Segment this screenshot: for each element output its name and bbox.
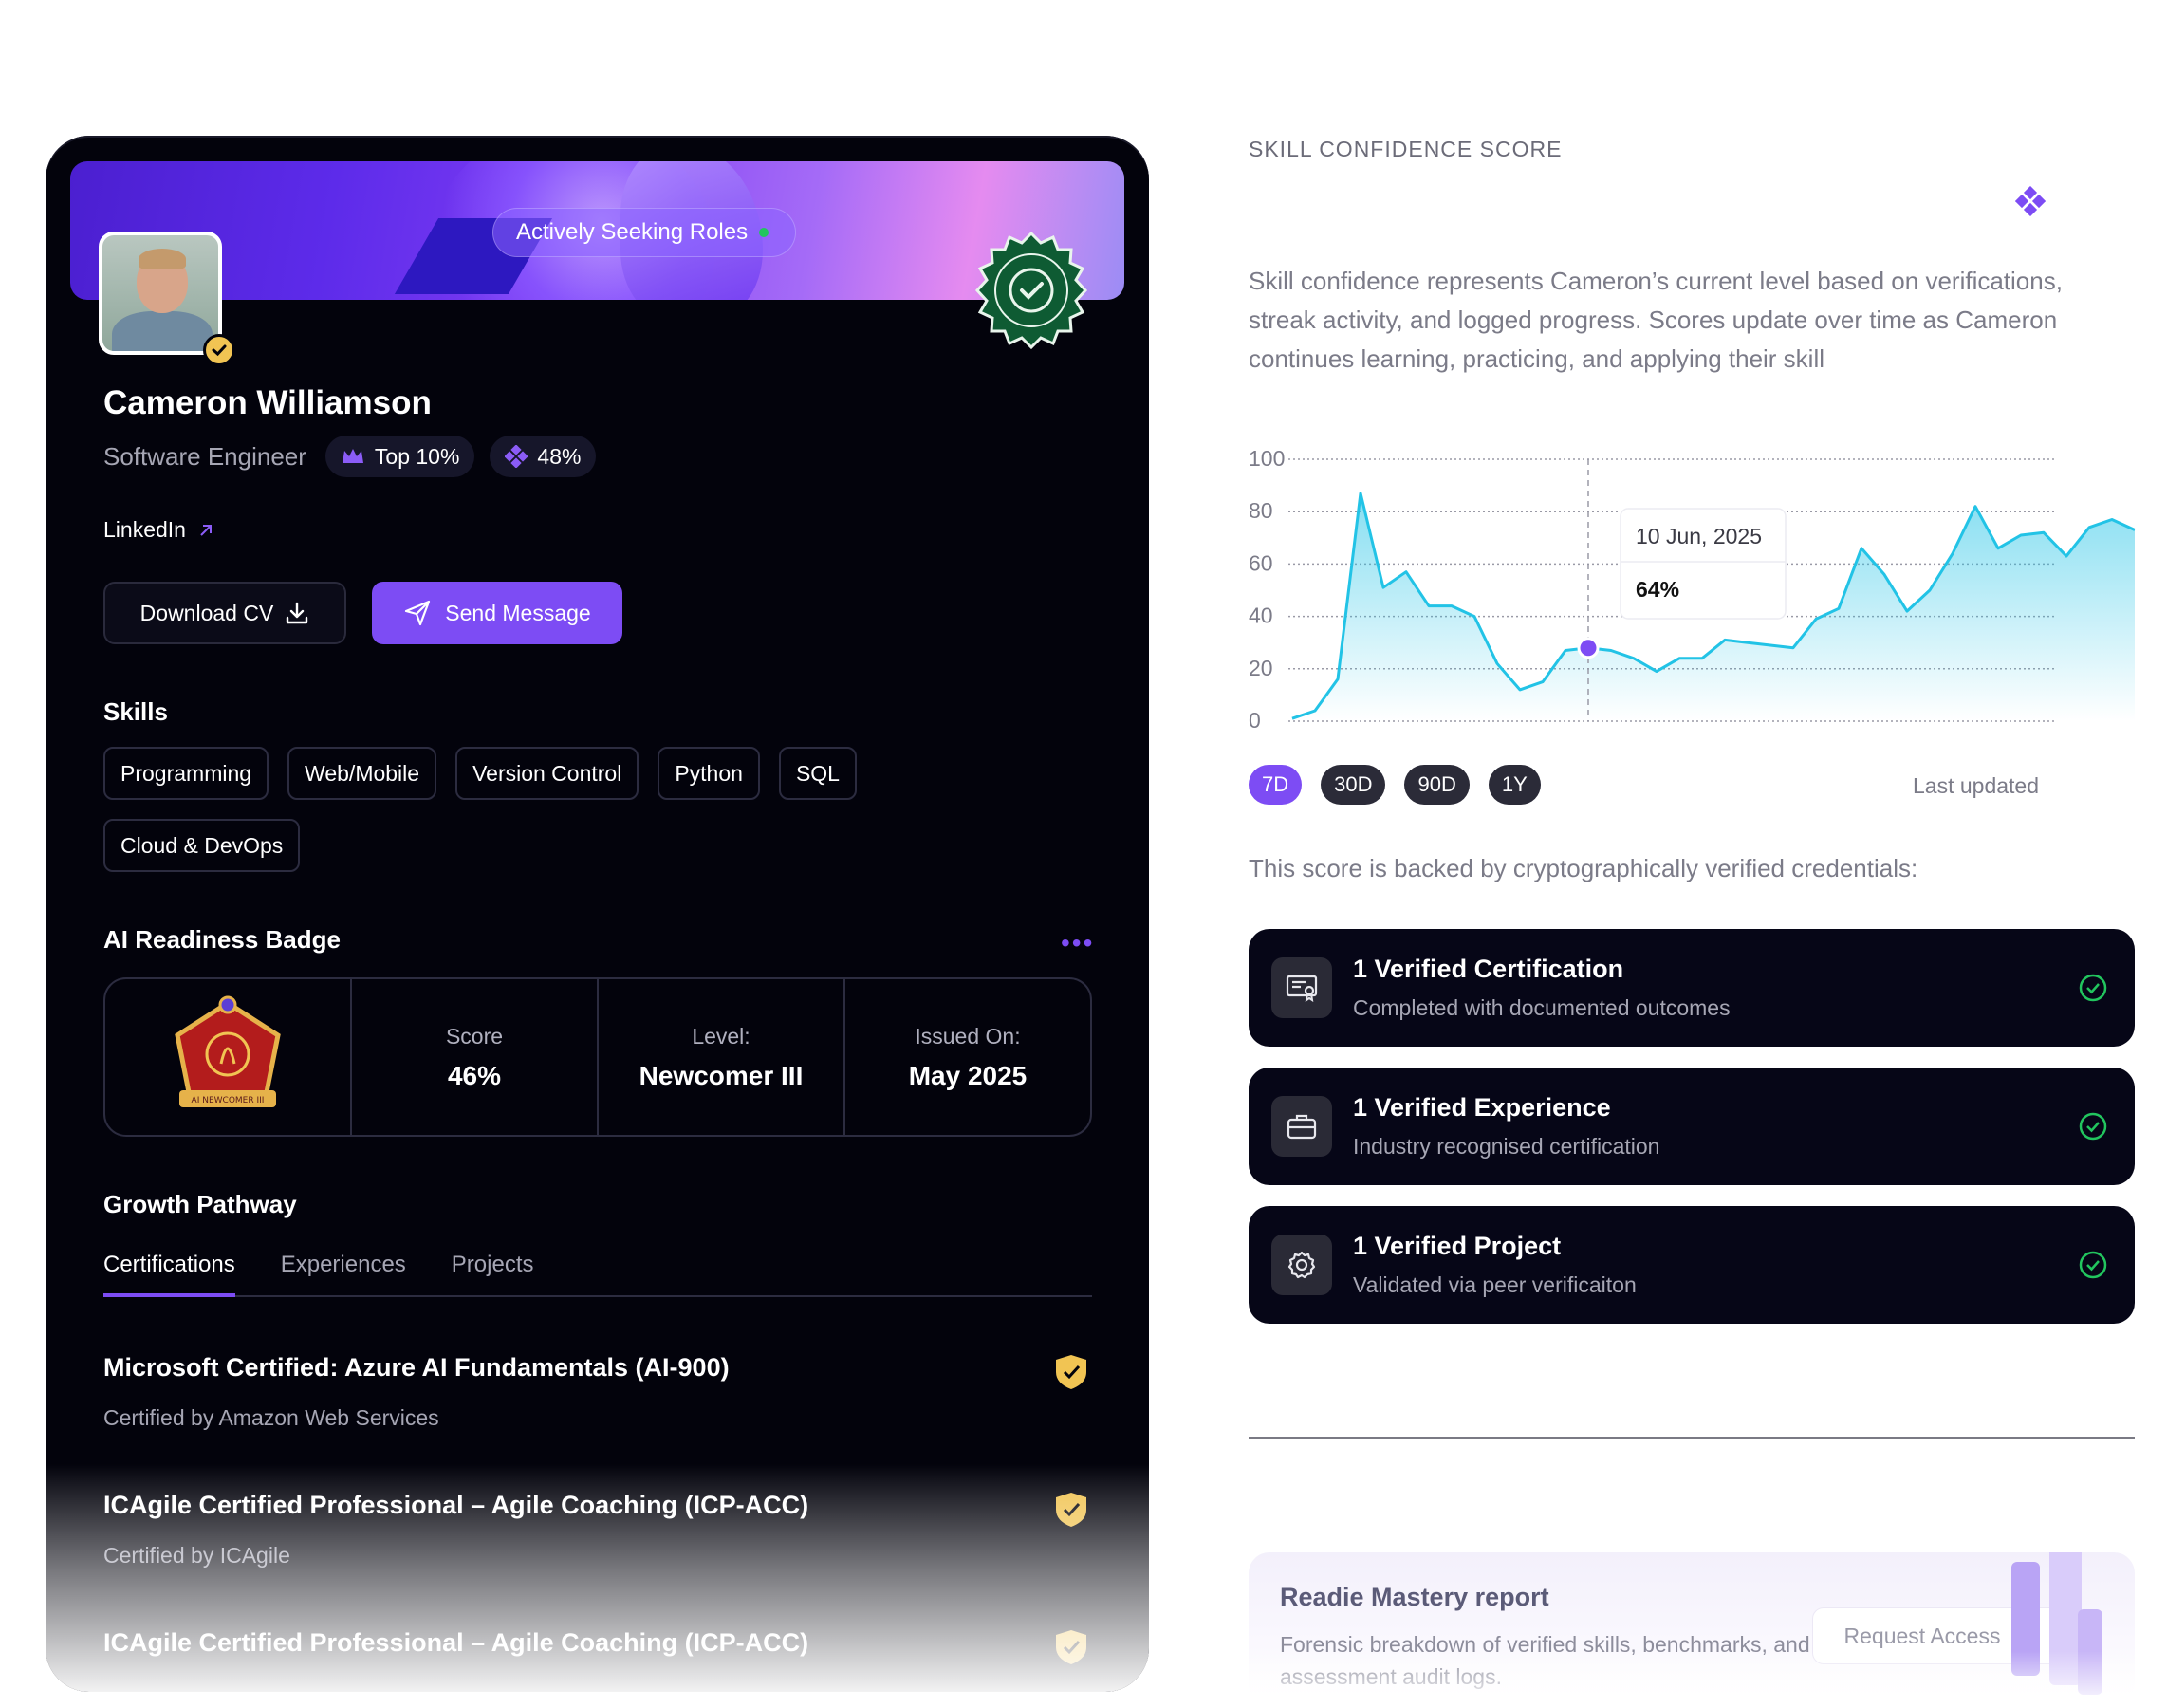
confidence-eyebrow: SKILL CONFIDENCE SCORE xyxy=(1249,137,1563,161)
external-link-icon xyxy=(200,524,212,536)
status-dot xyxy=(759,228,769,237)
badge-level: Newcomer III xyxy=(639,1060,804,1090)
verified-certification-row[interactable]: 1 Verified Certification Completed with … xyxy=(1249,929,2135,1047)
verified-check-icon xyxy=(203,334,235,366)
verified-project-row[interactable]: 1 Verified Project Validated via peer ve… xyxy=(1249,1206,2135,1324)
send-message-button[interactable]: Send Message xyxy=(372,582,622,644)
y-tick-label: 80 xyxy=(1249,498,1273,523)
more-options-icon[interactable]: ••• xyxy=(1061,928,1094,958)
percent-badge: 48% xyxy=(490,436,597,477)
verified-experience-row[interactable]: 1 Verified Experience Industry recognise… xyxy=(1249,1068,2135,1185)
status-label: Actively Seeking Roles xyxy=(516,219,749,245)
sparkle-icon xyxy=(505,445,528,468)
y-tick-label: 60 xyxy=(1249,550,1273,575)
crown-icon xyxy=(342,449,363,463)
skill-chip: Python xyxy=(658,747,760,800)
skills-list: Programming Web/Mobile Version Control P… xyxy=(103,747,957,872)
shield-check-icon xyxy=(1056,1630,1086,1664)
linkedin-link[interactable]: LinkedIn xyxy=(103,517,214,543)
skills-title: Skills xyxy=(103,697,168,726)
tab-certifications[interactable]: Certifications xyxy=(103,1248,235,1297)
badge-score-cell: Score 46% xyxy=(350,979,597,1135)
tab-projects[interactable]: Projects xyxy=(452,1248,534,1295)
sparkle-icon xyxy=(2015,186,2046,216)
range-selector: 7D 30D 90D 1Y xyxy=(1249,765,1541,805)
skill-chip: SQL xyxy=(778,747,857,800)
profile-role: Software Engineer xyxy=(103,441,306,471)
list-item[interactable]: Microsoft Certified: Azure AI Fundamenta… xyxy=(103,1353,1092,1431)
growth-tabs: Certifications Experiences Projects xyxy=(103,1248,1092,1297)
confidence-description: Skill confidence represents Cameron’s cu… xyxy=(1249,267,2063,373)
badge-emblem-cell: AI NEWCOMER III xyxy=(105,979,350,1135)
shield-check-icon xyxy=(1056,1493,1086,1527)
briefcase-icon xyxy=(1271,1096,1332,1157)
section-divider xyxy=(1249,1437,2135,1439)
send-icon xyxy=(405,600,431,626)
shield-check-icon xyxy=(1056,1355,1086,1389)
tooltip-value: 64% xyxy=(1636,577,1679,602)
last-updated: Last updated xyxy=(1913,773,2040,798)
tab-experiences[interactable]: Experiences xyxy=(281,1248,406,1295)
badge-level-cell: Level: Newcomer III xyxy=(597,979,843,1135)
profile-meta: Software Engineer Top 10% 48% xyxy=(103,436,597,477)
range-1y[interactable]: 1Y xyxy=(1488,765,1541,805)
skill-chip: Cloud & DevOps xyxy=(103,819,301,872)
badge-title: AI Readiness Badge xyxy=(103,925,341,954)
download-cv-button[interactable]: Download CV xyxy=(103,582,346,644)
y-tick-label: 40 xyxy=(1249,603,1273,628)
report-title: Readie Mastery report xyxy=(1280,1583,1549,1611)
y-tick-label: 100 xyxy=(1249,446,1285,471)
certificate-icon xyxy=(1271,957,1332,1018)
badge-score: 46% xyxy=(447,1060,502,1090)
y-tick-label: 0 xyxy=(1249,708,1261,733)
confidence-chart: 100 80 60 40 20 0 10 Jun, 2025 64% xyxy=(1249,446,2136,733)
status-badge: Actively Seeking Roles xyxy=(492,208,797,257)
range-7d[interactable]: 7D xyxy=(1249,765,1303,805)
growth-title: Growth Pathway xyxy=(103,1190,297,1218)
gear-icon xyxy=(1271,1235,1332,1295)
verified-seal-icon xyxy=(974,231,1088,350)
check-circle-icon xyxy=(2079,1251,2107,1279)
data-point-highlight[interactable] xyxy=(1577,637,1600,659)
y-tick-label: 20 xyxy=(1249,656,1273,680)
profile-name: Cameron Williamson xyxy=(103,384,432,421)
skill-chip: Version Control xyxy=(455,747,639,800)
chart-tooltip: 10 Jun, 2025 64% xyxy=(1620,508,1787,620)
skill-chip: Programming xyxy=(103,747,269,800)
skill-chip: Web/Mobile xyxy=(287,747,437,800)
ai-readiness-badge: AI NEWCOMER III Score 46% Level: Newcome… xyxy=(103,977,1092,1137)
avatar[interactable] xyxy=(99,232,222,355)
badge-emblem-text: AI NEWCOMER III xyxy=(192,1096,265,1105)
ai-badge-emblem-icon: AI NEWCOMER III xyxy=(175,995,281,1107)
list-item[interactable]: ICAgile Certified Professional – Agile C… xyxy=(103,1491,1092,1569)
range-30d[interactable]: 30D xyxy=(1321,765,1386,805)
profile-banner: Actively Seeking Roles xyxy=(70,161,1124,300)
rank-badge: Top 10% xyxy=(324,436,475,477)
backed-text: This score is backed by cryptographicall… xyxy=(1249,854,1918,882)
list-item[interactable]: ICAgile Certified Professional – Agile C… xyxy=(103,1628,1092,1664)
badge-issued: May 2025 xyxy=(908,1060,1028,1090)
badge-issued-cell: Issued On: May 2025 xyxy=(843,979,1090,1135)
profile-card: Actively Seeking Roles Cameron Williamso… xyxy=(46,136,1149,1692)
check-circle-icon xyxy=(2079,974,2107,1002)
check-circle-icon xyxy=(2079,1112,2107,1141)
download-icon xyxy=(287,602,308,624)
tooltip-date: 10 Jun, 2025 xyxy=(1636,524,1762,548)
range-90d[interactable]: 90D xyxy=(1404,765,1470,805)
